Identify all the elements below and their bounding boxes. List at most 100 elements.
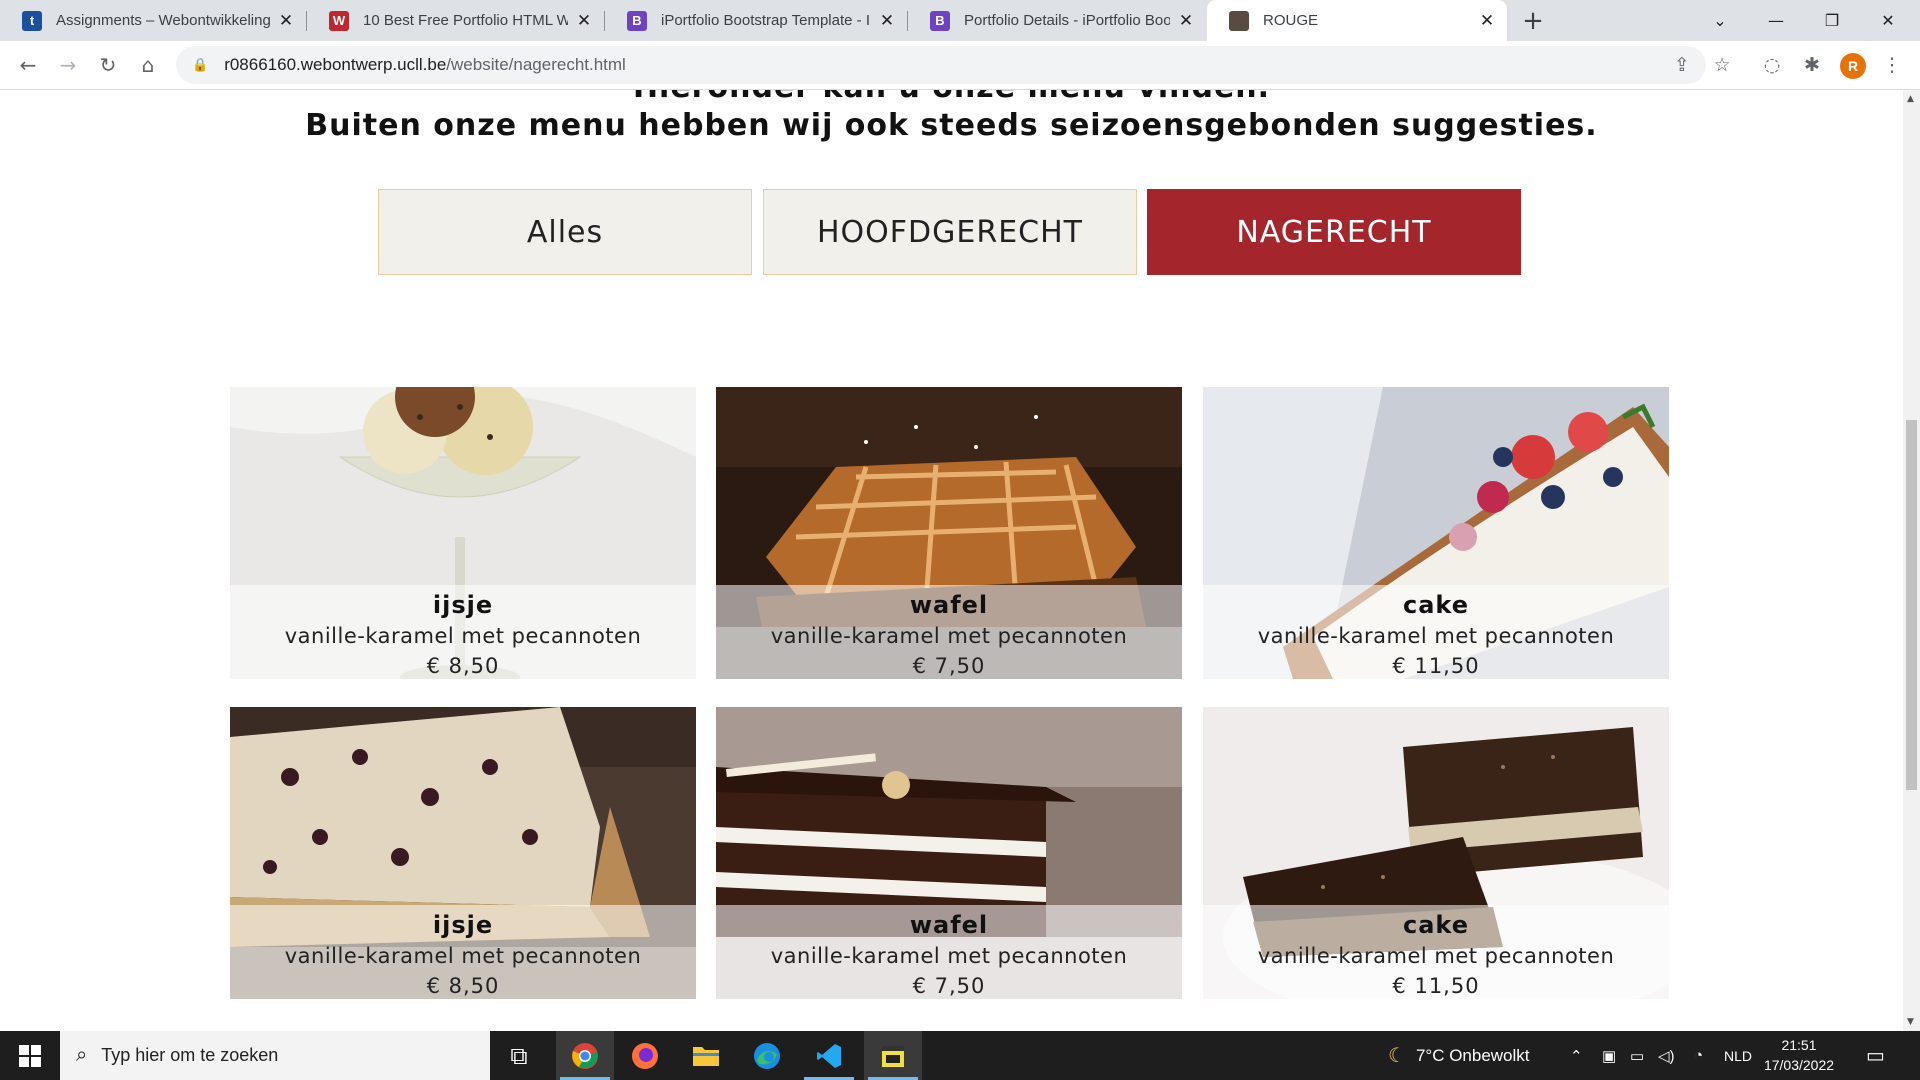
- filter-button-nagerecht[interactable]: NAGERECHT: [1147, 189, 1521, 275]
- search-placeholder: Typ hier om te zoeken: [101, 1045, 279, 1065]
- item-description: vanille-karamel met pecannoten: [284, 624, 642, 648]
- new-tab-button[interactable]: +: [1516, 4, 1550, 38]
- vscode-app-icon[interactable]: [800, 1031, 858, 1080]
- windows-logo-icon: [19, 1044, 41, 1067]
- extension-icon[interactable]: ◌: [1756, 49, 1788, 81]
- weather-widget[interactable]: ☾ 7°C Onbewolkt: [1388, 1031, 1530, 1080]
- share-icon[interactable]: ⇪: [1666, 49, 1698, 81]
- scroll-up-arrow-icon[interactable]: ▲: [1907, 94, 1914, 104]
- menu-card[interactable]: ijsje vanille-karamel met pecannoten € 8…: [230, 387, 696, 679]
- back-button[interactable]: ←: [12, 49, 44, 81]
- item-description: vanille-karamel met pecannoten: [770, 944, 1128, 968]
- menu-card[interactable]: cake vanille-karamel met pecannoten € 11…: [1203, 707, 1669, 999]
- menu-card[interactable]: ijsje vanille-karamel met pecannoten € 8…: [230, 707, 696, 999]
- intro-text-line1: Hieronder kan u onze menu vinden.: [0, 90, 1903, 105]
- item-description: vanille-karamel met pecannoten: [770, 624, 1128, 648]
- browser-tab[interactable]: W 10 Best Free Portfolio HTML Web ✕: [307, 0, 604, 41]
- task-view-icon[interactable]: ⧉: [490, 1031, 548, 1080]
- tab-title: Assignments – Webontwikkeling: [56, 12, 270, 29]
- restore-button[interactable]: ❐: [1804, 0, 1860, 41]
- item-price: € 8,50: [426, 974, 500, 998]
- moon-icon: ☾: [1388, 1045, 1406, 1067]
- item-description: vanille-karamel met pecannoten: [1257, 944, 1615, 968]
- tab-search-button[interactable]: ⌄: [1692, 0, 1748, 41]
- edge-logo-icon: [754, 1042, 780, 1069]
- item-name: wafel: [909, 911, 989, 939]
- tab-favicon-icon: [1229, 10, 1249, 31]
- item-name: cake: [1402, 591, 1469, 619]
- chrome-logo-icon: [572, 1042, 598, 1069]
- notification-center-icon[interactable]: ▭: [1866, 1031, 1885, 1080]
- tab-favicon-icon: W: [329, 10, 349, 31]
- intro-text-line2: Buiten onze menu hebben wij ook steeds s…: [305, 108, 1598, 143]
- browser-toolbar: ← → ↻ ⌂ 🔒 r0866160.webontwerp.ucll.be/we…: [0, 41, 1920, 90]
- tab-favicon-icon: B: [627, 10, 647, 31]
- card-caption: cake vanille-karamel met pecannoten € 11…: [1203, 585, 1669, 679]
- menu-card[interactable]: wafel vanille-karamel met pecannoten € 7…: [716, 387, 1182, 679]
- windows-start-button[interactable]: [0, 1031, 60, 1080]
- file-explorer-app-icon[interactable]: [677, 1031, 735, 1080]
- tab-favicon-icon: t: [22, 10, 42, 31]
- item-name: cake: [1402, 911, 1469, 939]
- card-caption: wafel vanille-karamel met pecannoten € 7…: [716, 585, 1182, 679]
- folder-icon: [693, 1046, 719, 1066]
- bookmark-star-icon[interactable]: ☆: [1706, 49, 1738, 81]
- browser-tab-active[interactable]: ROUGE ✕: [1207, 0, 1507, 41]
- language-indicator[interactable]: NLD: [1724, 1031, 1752, 1080]
- close-icon[interactable]: ✕: [1477, 11, 1497, 31]
- tab-strip: t Assignments – Webontwikkeling ✕ W 10 B…: [0, 0, 1920, 41]
- weather-text: 7°C Onbewolkt: [1415, 1045, 1530, 1065]
- browser-tab[interactable]: t Assignments – Webontwikkeling ✕: [0, 0, 306, 41]
- menu-card[interactable]: wafel vanille-karamel met pecannoten € 7…: [716, 707, 1182, 999]
- network-icon[interactable]: ◔: [1694, 1031, 1703, 1080]
- battery-icon[interactable]: ▭: [1630, 1031, 1644, 1080]
- taskbar: ⌕ Typ hier om te zoeken ⧉ ☾ 7°C Onbewolk…: [0, 1031, 1920, 1080]
- show-hidden-icons-button[interactable]: ⌃: [1570, 1031, 1583, 1080]
- scroll-down-arrow-icon[interactable]: ▼: [1907, 1017, 1914, 1027]
- page-scrollbar[interactable]: ▲ ▼: [1903, 90, 1920, 1031]
- edge-app-icon[interactable]: [738, 1031, 796, 1080]
- filter-button-hoofdgerecht[interactable]: HOOFDGERECHT: [763, 189, 1137, 275]
- puzzle-icon[interactable]: ✱: [1796, 49, 1828, 81]
- filter-button-alles[interactable]: Alles: [378, 189, 752, 275]
- reload-button[interactable]: ↻: [92, 49, 124, 81]
- clock-date: 17/03/2022: [1763, 1057, 1835, 1073]
- lock-icon[interactable]: 🔒: [192, 58, 208, 73]
- close-icon[interactable]: ✕: [1176, 11, 1196, 31]
- vscode-logo-icon: [817, 1043, 841, 1068]
- close-icon[interactable]: ✕: [574, 11, 594, 31]
- tab-title: Portfolio Details - iPortfolio Boot: [964, 12, 1170, 29]
- browser-tab[interactable]: B Portfolio Details - iPortfolio Boot ✕: [908, 0, 1206, 41]
- scrollbar-thumb[interactable]: [1906, 420, 1917, 790]
- browser-tab[interactable]: B iPortfolio Bootstrap Template - In ✕: [605, 0, 907, 41]
- close-icon[interactable]: ✕: [877, 11, 897, 31]
- item-name: wafel: [909, 591, 989, 619]
- tab-title: 10 Best Free Portfolio HTML Web: [363, 12, 568, 29]
- system-clock[interactable]: 21:51 17/03/2022: [1754, 1035, 1844, 1075]
- item-price: € 7,50: [912, 654, 986, 678]
- forward-button[interactable]: →: [52, 49, 84, 81]
- taskbar-search-box[interactable]: ⌕ Typ hier om te zoeken: [60, 1031, 490, 1080]
- item-price: € 11,50: [1392, 654, 1480, 678]
- item-description: vanille-karamel met pecannoten: [284, 944, 642, 968]
- chrome-app-icon[interactable]: [556, 1031, 614, 1080]
- tab-favicon-icon: B: [930, 10, 950, 31]
- profile-avatar[interactable]: R: [1840, 53, 1866, 79]
- tab-title: ROUGE: [1263, 12, 1319, 29]
- volume-icon[interactable]: ◁): [1658, 1031, 1675, 1080]
- firefox-app-icon[interactable]: [616, 1031, 674, 1080]
- media-app-icon[interactable]: [864, 1031, 922, 1080]
- menu-card[interactable]: cake vanille-karamel met pecannoten € 11…: [1203, 387, 1669, 679]
- url-host: r0866160.webontwerp.ucll.be: [224, 55, 447, 74]
- home-button[interactable]: ⌂: [132, 49, 164, 81]
- close-icon[interactable]: ✕: [276, 11, 296, 31]
- page-viewport: Hieronder kan u onze menu vinden. Buiten…: [0, 90, 1903, 1031]
- card-caption: cake vanille-karamel met pecannoten € 11…: [1203, 905, 1669, 999]
- minimize-button[interactable]: —: [1748, 0, 1804, 41]
- close-window-button[interactable]: ✕: [1860, 0, 1916, 41]
- meet-icon[interactable]: ▣: [1602, 1031, 1616, 1080]
- menu-kebab-icon[interactable]: ⋮: [1876, 49, 1908, 81]
- address-bar[interactable]: 🔒 r0866160.webontwerp.ucll.be/website/na…: [176, 46, 1706, 84]
- firefox-logo-icon: [632, 1042, 658, 1069]
- url-path: /website/nagerecht.html: [446, 55, 626, 74]
